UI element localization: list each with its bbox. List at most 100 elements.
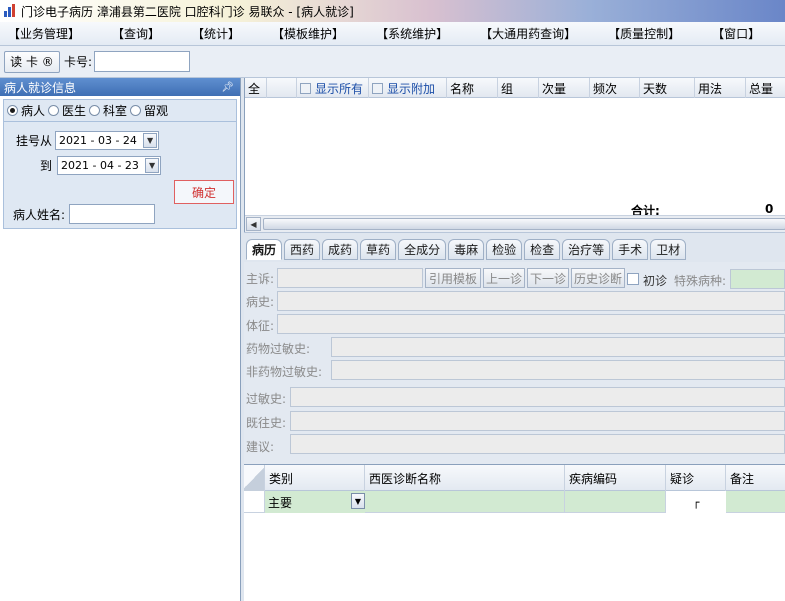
special-disease-field[interactable] <box>730 269 785 289</box>
special-disease-label: 特殊病种: <box>674 274 727 288</box>
prescription-grid-header: 全 显示所有 显示附加 名称 组 次量 频次 天数 用法 总量 <box>245 78 785 98</box>
table-row[interactable]: 主要 ▼ ┌ <box>244 491 785 513</box>
record-tabs: 病历 西药 成药 草药 全成分 毒麻 检验 检查 治疗等 手术 卫材 <box>244 232 785 262</box>
disease-code-cell[interactable] <box>565 491 666 513</box>
drug-allergy-label: 药物过敏史: <box>246 342 311 356</box>
menu-quality[interactable]: 【质量控制】 <box>608 25 680 42</box>
menu-query[interactable]: 【查询】 <box>112 25 160 42</box>
nondrug-allergy-field[interactable] <box>331 360 785 380</box>
filter-type-radios: 病人 医生 科室 留观 <box>4 100 236 122</box>
menu-drug-query[interactable]: 【大通用药查询】 <box>480 25 576 42</box>
tab-narcotic[interactable]: 毒麻 <box>448 239 485 260</box>
note-cell[interactable] <box>726 491 785 513</box>
col-usage: 用法 <box>695 78 746 98</box>
scroll-thumb[interactable] <box>263 218 785 230</box>
first-visit-checkbox[interactable] <box>627 273 639 285</box>
history-label: 病史: <box>246 295 275 309</box>
tab-full-ingredient[interactable]: 全成分 <box>398 239 447 260</box>
confirm-button[interactable]: 确定 <box>174 180 234 204</box>
show-all-checkbox[interactable]: 显示所有 <box>297 78 369 98</box>
tab-examination[interactable]: 检查 <box>524 239 561 260</box>
suspect-checkbox[interactable]: ┌ <box>666 491 726 513</box>
menu-template[interactable]: 【模板维护】 <box>272 25 344 42</box>
history-diagnosis-button[interactable]: 历史诊断 <box>571 268 625 288</box>
radio-observation[interactable]: 留观 <box>130 102 168 119</box>
menu-system[interactable]: 【系统维护】 <box>376 25 448 42</box>
panel-header: 病人就诊信息 📌︎ <box>0 78 240 96</box>
medical-record-form: 主诉: 引用模板 上一诊 下一诊 历史诊断 初诊 特殊病种: 病史: 体征: 药… <box>244 262 785 464</box>
prescription-grid: 全 显示所有 显示附加 名称 组 次量 频次 天数 用法 总量 合计: 0 ◀ <box>244 78 785 232</box>
total-value: 0 <box>765 202 774 216</box>
pin-icon[interactable]: 📌︎ <box>221 82 234 93</box>
tab-treatment[interactable]: 治疗等 <box>562 239 611 260</box>
history-field[interactable] <box>277 291 785 311</box>
menu-bar: 【业务管理】 【查询】 【统计】 【模板维护】 【系统维护】 【大通用药查询】 … <box>0 22 785 46</box>
tab-medical-record[interactable]: 病历 <box>246 239 283 260</box>
toolbar: 读 卡 ® 卡号: <box>0 46 785 78</box>
allergy-label: 过敏史: <box>246 392 287 406</box>
advice-label: 建议: <box>246 440 275 454</box>
advice-field[interactable] <box>290 434 785 454</box>
col-dose: 次量 <box>539 78 590 98</box>
nondrug-allergy-label: 非药物过敏史: <box>246 365 323 379</box>
scroll-left-icon[interactable]: ◀ <box>246 217 261 231</box>
to-date-picker[interactable]: 2021 - 04 - 23 ▼ <box>57 156 162 175</box>
menu-window[interactable]: 【窗口】 <box>712 25 760 42</box>
tab-surgery[interactable]: 手术 <box>612 239 649 260</box>
menu-business[interactable]: 【业务管理】 <box>8 25 80 42</box>
chevron-down-icon[interactable]: ▼ <box>351 493 365 509</box>
chevron-down-icon[interactable]: ▼ <box>143 133 158 148</box>
row-header <box>244 491 265 513</box>
col-frequency: 频次 <box>590 78 640 98</box>
col-total: 总量 <box>749 81 774 96</box>
tab-lab-test[interactable]: 检验 <box>486 239 523 260</box>
col-category: 类别 <box>265 465 365 491</box>
tab-supplies[interactable]: 卫材 <box>650 239 687 260</box>
radio-department[interactable]: 科室 <box>89 102 127 119</box>
col-group: 组 <box>498 78 539 98</box>
radio-doctor[interactable]: 医生 <box>48 102 86 119</box>
visit-filter: 病人 医生 科室 留观 挂号从 2021 - 03 - 24 ▼ 到 2021 … <box>3 99 237 229</box>
horizontal-scrollbar[interactable]: ◀ <box>245 215 785 232</box>
show-extra-checkbox[interactable]: 显示附加 <box>369 78 447 98</box>
window-title: 门诊电子病历 漳浦县第二医院 口腔科门诊 易联众 - [病人就诊] <box>21 4 354 19</box>
tab-herbal[interactable]: 草药 <box>360 239 397 260</box>
signs-field[interactable] <box>277 314 785 334</box>
panel-title: 病人就诊信息 <box>4 80 77 95</box>
col-blank <box>267 78 297 98</box>
col-disease-code: 疾病编码 <box>565 465 666 491</box>
col-diagnosis-name: 西医诊断名称 <box>365 465 565 491</box>
to-label: 到 <box>40 159 53 173</box>
from-label: 挂号从 <box>16 134 53 148</box>
tab-western-medicine[interactable]: 西药 <box>284 239 321 260</box>
patient-name-label: 病人姓名: <box>13 207 66 222</box>
category-combo[interactable]: 主要 ▼ <box>265 491 365 513</box>
complaint-label: 主诉: <box>246 272 275 286</box>
card-no-input[interactable] <box>94 51 191 72</box>
diagnosis-grid-header: 类别 西医诊断名称 疾病编码 疑诊 备注 <box>244 465 785 491</box>
from-date-picker[interactable]: 2021 - 03 - 24 ▼ <box>55 131 160 150</box>
past-history-field[interactable] <box>290 411 785 431</box>
app-bars-icon <box>3 4 17 18</box>
menu-statistics[interactable]: 【统计】 <box>192 25 240 42</box>
patient-name-input[interactable] <box>69 204 156 224</box>
template-button[interactable]: 引用模板 <box>425 268 481 288</box>
patient-visit-panel: 病人就诊信息 📌︎ 病人 医生 科室 留观 挂号从 2021 - 03 - 24… <box>0 78 241 601</box>
title-bar: 门诊电子病历 漳浦县第二医院 口腔科门诊 易联众 - [病人就诊] <box>0 0 785 22</box>
read-card-button[interactable]: 读 卡 ® <box>4 50 60 73</box>
card-no-label: 卡号: <box>64 55 93 69</box>
tab-patent-medicine[interactable]: 成药 <box>322 239 359 260</box>
grid-corner <box>244 465 265 491</box>
allergy-field[interactable] <box>290 387 785 407</box>
col-days: 天数 <box>640 78 695 98</box>
radio-patient[interactable]: 病人 <box>7 102 45 119</box>
next-visit-button[interactable]: 下一诊 <box>527 268 569 288</box>
complaint-field[interactable] <box>277 268 423 288</box>
chevron-down-icon[interactable]: ▼ <box>145 158 160 173</box>
drug-allergy-field[interactable] <box>331 337 785 357</box>
col-name: 名称 <box>447 78 498 98</box>
col-select-all[interactable]: 全 <box>245 78 267 98</box>
prev-visit-button[interactable]: 上一诊 <box>483 268 525 288</box>
diagnosis-name-cell[interactable] <box>365 491 565 513</box>
past-history-label: 既往史: <box>246 416 287 430</box>
